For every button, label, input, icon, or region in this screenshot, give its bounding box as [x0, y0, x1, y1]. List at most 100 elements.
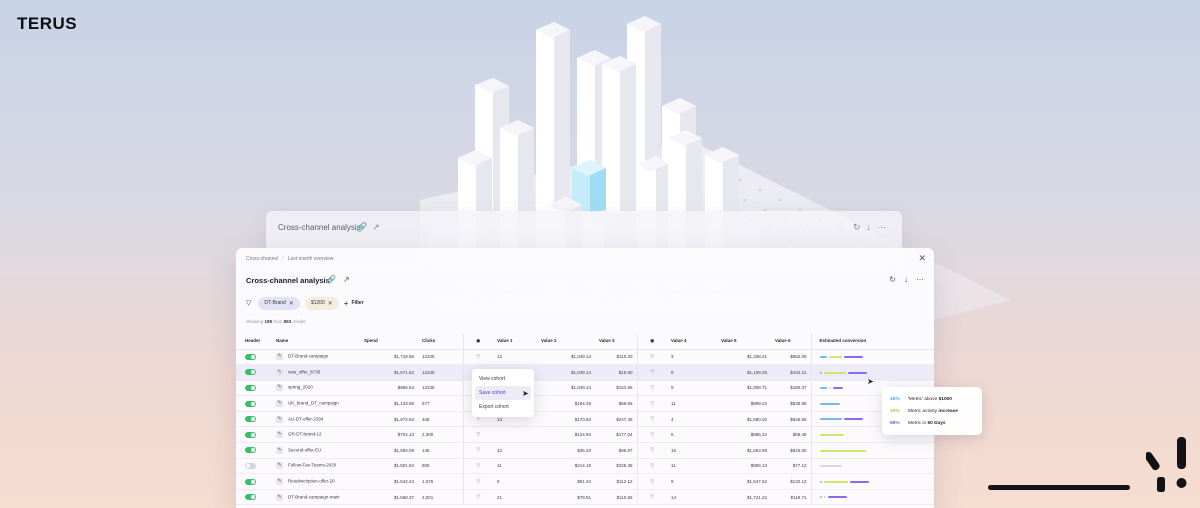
close-icon[interactable]: ✕	[289, 300, 294, 307]
funnel-icon[interactable]: ▽	[650, 401, 654, 407]
name-cell[interactable]: ✎ DT-Brand-campaign-main	[272, 489, 360, 506]
campaign-icon: ✎	[276, 353, 283, 361]
funnel-icon[interactable]: ▽	[476, 354, 480, 360]
table-row[interactable]: ✎ DT-Brand-campaign-main $1,568.37 2,001 ▽ 21…	[236, 489, 934, 506]
clicks-cell: 12345	[418, 380, 463, 397]
panel-actions: ↻ ↓ ⋯	[881, 275, 924, 284]
close-icon[interactable]: ✕	[918, 253, 926, 264]
funnel-icon[interactable]: ▽	[246, 299, 251, 307]
name-cell[interactable]: ✎ new_offer_8735	[272, 364, 360, 381]
row-toggle[interactable]	[245, 431, 256, 438]
funnel-icon[interactable]: ▽	[650, 432, 654, 438]
funnel-icon[interactable]: ▽	[476, 463, 480, 469]
table-row[interactable]: ✎ GR-DT-brand-12 $704.13 2,300 ▽ $124.94 $177.…	[236, 426, 934, 444]
conversion-bar[interactable]	[819, 464, 842, 468]
column-header[interactable]: Value 5	[717, 333, 771, 350]
row-toggle[interactable]	[245, 494, 256, 501]
breadcrumb-root[interactable]: Cross-channel	[246, 256, 278, 262]
funnel-icon[interactable]: ▽	[650, 416, 654, 422]
conversion-bar[interactable]	[819, 402, 840, 406]
name-cell[interactable]: ✎ Second-offer-EU	[272, 442, 360, 459]
row-toggle[interactable]	[245, 400, 256, 407]
value-cell: $95.97	[595, 442, 637, 459]
conversion-bar[interactable]	[819, 495, 847, 499]
column-header[interactable]: Name	[272, 333, 360, 350]
row-toggle[interactable]	[245, 384, 256, 391]
row-toggle[interactable]	[245, 462, 256, 469]
external-arrow-icon[interactable]: ↗	[343, 275, 350, 284]
name-cell[interactable]: ✎ UK_brand_DT_campaign	[272, 395, 360, 412]
value-cell	[493, 426, 537, 444]
decorative-line	[988, 485, 1130, 490]
value-cell: 4	[667, 411, 717, 428]
filter-chip-brand[interactable]: DT-Brand ✕	[258, 296, 300, 310]
table-row[interactable]: ✎new_offer_8735$1,571.6312345▽$1,049.14$…	[236, 364, 934, 381]
funnel-icon[interactable]: ▽	[650, 369, 654, 375]
funnel-icon[interactable]: ▽	[650, 463, 654, 469]
add-filter-button[interactable]: + Filter	[344, 299, 364, 308]
conversion-bar[interactable]	[819, 417, 863, 421]
conversion-bar[interactable]	[819, 480, 869, 484]
value-cell: $1,109.25	[717, 364, 771, 381]
name-cell[interactable]: ✎ Resubscription-offer-20	[272, 473, 360, 490]
column-header[interactable]: Value 4	[667, 333, 717, 350]
column-header[interactable]: Value 1	[493, 333, 537, 350]
funnel-icon[interactable]: ▽	[476, 447, 480, 453]
funnel-icon[interactable]: ▽	[476, 479, 480, 485]
table-row[interactable]: ✎ Second-offer-EU $1,694.09 145 ▽ 42 $35.33 $95…	[236, 442, 934, 459]
row-toggle[interactable]	[245, 353, 256, 360]
link-icon[interactable]: 🔗	[326, 275, 336, 284]
conversion-bar[interactable]	[819, 355, 863, 359]
refresh-icon[interactable]: ↻	[889, 275, 896, 284]
funnel-icon[interactable]: ▽	[650, 447, 654, 453]
funnel-icon[interactable]: ▽	[476, 416, 480, 422]
menu-item-export-cohort[interactable]: Export cohort	[475, 400, 531, 414]
column-header[interactable]: Estimated conversion	[810, 333, 934, 350]
column-header[interactable]: Value 6	[771, 333, 811, 350]
name-cell[interactable]: ✎ AU-DT-offer-2394	[272, 411, 360, 428]
column-header[interactable]: Header	[236, 333, 272, 350]
funnel-icon[interactable]: ▽	[650, 354, 654, 360]
value-cell: $1,008.71	[717, 380, 771, 397]
table-row[interactable]: ✎ Follow-Fav-Teams-2020 $1,501.84 805 ▽ 11 $21…	[236, 458, 934, 475]
table-row[interactable]: ✎spring_2020$956.5412345 ▽ $1,049.14$154.9…	[236, 380, 934, 397]
campaign-icon: ✎	[276, 462, 283, 470]
funnel-icon[interactable]: ▽	[476, 494, 480, 500]
more-icon[interactable]: ⋯	[916, 275, 924, 284]
eye-icon[interactable]: ◉	[462, 333, 493, 350]
conversion-bar[interactable]	[819, 386, 843, 390]
value-cell: $1,653.88	[717, 442, 771, 459]
funnel-icon[interactable]: ▽	[650, 494, 654, 500]
conversion-bar[interactable]	[819, 433, 844, 437]
name-cell[interactable]: ✎ GR-DT-brand-12	[272, 426, 360, 444]
value-cell: 21	[493, 489, 537, 506]
funnel-icon[interactable]: ▽	[650, 479, 654, 485]
eye-icon[interactable]: ◉	[636, 333, 667, 350]
name-cell[interactable]: ✎ spring_2020	[272, 380, 360, 397]
funnel-icon[interactable]: ▽	[650, 385, 654, 391]
funnel-icon[interactable]: ▽	[476, 432, 480, 438]
tooltip-line: 20% Metric activity increase	[890, 408, 958, 414]
table-row[interactable]: ✎ Resubscription-offer-20 $1,542.24 1,076 ▽ 8…	[236, 473, 934, 490]
menu-item-view-cohort[interactable]: View cohort	[475, 372, 531, 386]
column-header[interactable]: Value 3	[595, 333, 637, 350]
column-header[interactable]: Clicks	[418, 333, 463, 350]
row-toggle[interactable]	[245, 447, 256, 454]
filter-chip-price[interactable]: $1200 ✕	[304, 296, 339, 310]
close-icon[interactable]: ✕	[328, 300, 333, 307]
value-cell: 9	[667, 473, 717, 490]
name-cell[interactable]: ✎ Follow-Fav-Teams-2020	[272, 458, 360, 475]
row-toggle[interactable]	[245, 478, 256, 485]
column-header[interactable]: Value 2	[537, 333, 595, 350]
download-icon[interactable]: ↓	[904, 275, 908, 284]
table-row[interactable]: ✎ AU-DT-offer-2394 $1,672.93 348 ▽ 13 $170.63 $…	[236, 411, 934, 428]
conversion-bar[interactable]	[819, 371, 867, 375]
name-cell[interactable]: ✎ DT-Brand-campaign	[272, 349, 360, 366]
column-header[interactable]: Spend	[360, 333, 418, 350]
row-toggle[interactable]	[245, 416, 256, 423]
row-toggle[interactable]	[245, 369, 256, 376]
filter-cell: ▽	[462, 473, 493, 490]
table-row[interactable]: ✎UK_brand_DT_campaign$1,133.69677 ▽ $194.4…	[236, 395, 934, 412]
conversion-bar[interactable]	[819, 449, 866, 453]
table-row[interactable]: ✎ DT-Brand-campaign $1,718.56 12345 ▽ 12 $1,04…	[236, 349, 934, 366]
